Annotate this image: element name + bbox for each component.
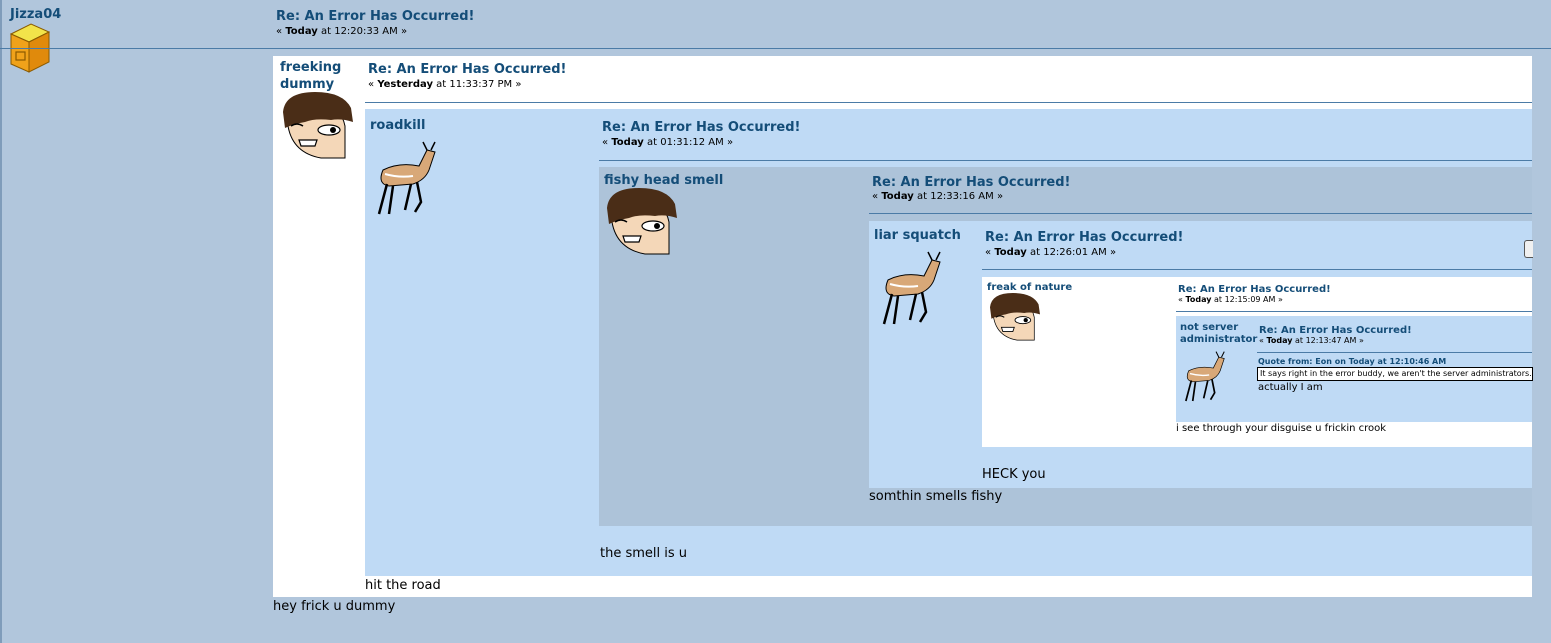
quote-3-title[interactable]: Re: An Error Has Occurred!	[872, 175, 1070, 190]
face-avatar	[605, 188, 679, 258]
quote-4-author[interactable]: liar squatch	[874, 227, 961, 244]
quote-box-text: It says right in the error buddy, we are…	[1260, 369, 1532, 378]
quote-3-date: « Today at 12:33:16 AM »	[872, 191, 1004, 202]
face-avatar	[281, 92, 355, 162]
face-avatar	[988, 293, 1042, 343]
quote-2-author[interactable]: roadkill	[370, 117, 425, 134]
quote-4-title[interactable]: Re: An Error Has Occurred!	[985, 230, 1183, 245]
deer-avatar	[874, 250, 944, 328]
quote-6-message: actually I am	[1258, 382, 1323, 393]
quote-6-title[interactable]: Re: An Error Has Occurred!	[1259, 325, 1412, 336]
quote-4-date: « Today at 12:26:01 AM »	[985, 247, 1117, 258]
quote-4-message: HECK you	[982, 467, 1046, 482]
quote-6-date: « Today at 12:13:47 AM »	[1259, 336, 1364, 345]
quote-2-title[interactable]: Re: An Error Has Occurred!	[602, 120, 800, 135]
quote-5-divider	[1176, 311, 1532, 312]
deer-avatar	[1179, 350, 1227, 404]
quote-1-author[interactable]: freeking dummy	[280, 59, 360, 93]
quote-5-message: i see through your disguise u frickin cr…	[1176, 423, 1387, 434]
quote-header-link[interactable]: Quote from: Eon on Today at 12:10:46 AM	[1258, 357, 1446, 366]
quote-2-message: the smell is u	[600, 546, 688, 561]
quote-1-date: « Yesterday at 11:33:37 PM »	[368, 79, 522, 90]
quote-6-divider	[1257, 352, 1532, 353]
post-message: hey frick u dummy	[273, 599, 396, 614]
quote-3-message: somthin smells fishy	[869, 489, 1003, 504]
quote-box: It says right in the error buddy, we are…	[1257, 367, 1533, 381]
quote-3-divider	[869, 213, 1532, 214]
post-divider	[0, 48, 1551, 49]
quote-4-divider	[982, 269, 1532, 270]
quote-5-title[interactable]: Re: An Error Has Occurred!	[1178, 284, 1331, 295]
post-author[interactable]: Jizza04	[10, 6, 61, 23]
post-title[interactable]: Re: An Error Has Occurred!	[276, 9, 474, 24]
deer-avatar	[369, 140, 439, 218]
page-left-border	[0, 0, 2, 643]
quote-3-author[interactable]: fishy head smell	[604, 172, 723, 189]
quote-icon[interactable]	[1524, 240, 1533, 258]
quote-6-author[interactable]: not server administrator	[1180, 322, 1257, 346]
post-date: « Today at 12:20:33 AM »	[276, 26, 408, 37]
quote-2-divider	[599, 160, 1532, 161]
quote-2-date: « Today at 01:31:12 AM »	[602, 137, 734, 148]
quote-1-title[interactable]: Re: An Error Has Occurred!	[368, 62, 566, 77]
quote-1-message: hit the road	[365, 578, 441, 593]
quote-1-divider	[365, 102, 1532, 103]
quote-5-date: « Today at 12:15:09 AM »	[1178, 295, 1283, 304]
